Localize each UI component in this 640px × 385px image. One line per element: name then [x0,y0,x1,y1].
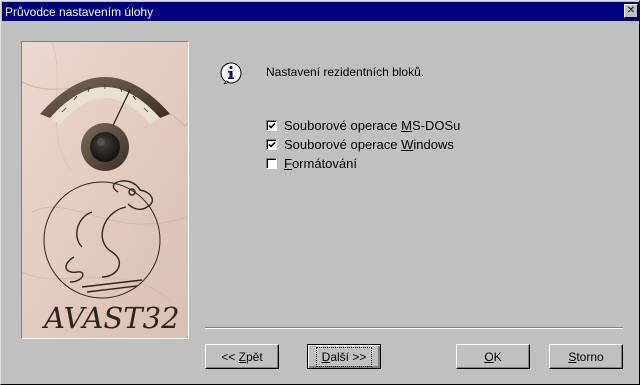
close-button[interactable]: ✕ [624,4,638,18]
cancel-button-label: Storno [568,349,604,364]
close-icon: ✕ [626,5,636,16]
brand-text: AVAST32 [41,301,180,335]
option-formatting[interactable]: Formátování [266,156,357,171]
window-title: Průvodce nastavením úlohy [5,4,154,19]
avast-artwork: AVAST32 [21,41,189,339]
next-button-label: Další >> [315,346,373,367]
back-button[interactable]: << Zpět [205,344,279,369]
checkbox-msdos[interactable] [266,120,277,131]
step-heading: Nastavení rezidentních bloků. [266,65,425,79]
avast-logo-image: AVAST32 [22,42,188,338]
option-label: Souborové operace Windows [284,137,454,152]
checkbox-formatting[interactable] [266,158,277,169]
button-separator [205,327,623,329]
next-button[interactable]: Další >> [307,344,381,369]
ok-button[interactable]: OK [456,344,530,369]
checkmark-icon [268,141,276,148]
ok-button-label: OK [484,349,502,364]
back-button-label: << Zpět [221,349,263,364]
option-label: Souborové operace MS-DOSu [284,118,461,133]
info-icon [220,62,242,84]
option-windows-operations[interactable]: Souborové operace Windows [266,137,454,152]
cancel-button[interactable]: Storno [549,344,623,369]
option-msdos-operations[interactable]: Souborové operace MS-DOSu [266,118,460,133]
option-label: Formátování [284,156,357,171]
checkmark-icon [268,122,276,129]
title-bar[interactable]: Průvodce nastavením úlohy ✕ [2,2,639,21]
checkbox-windows[interactable] [266,139,277,150]
wizard-dialog: Průvodce nastavením úlohy ✕ AVAST32 Nast… [0,0,640,385]
